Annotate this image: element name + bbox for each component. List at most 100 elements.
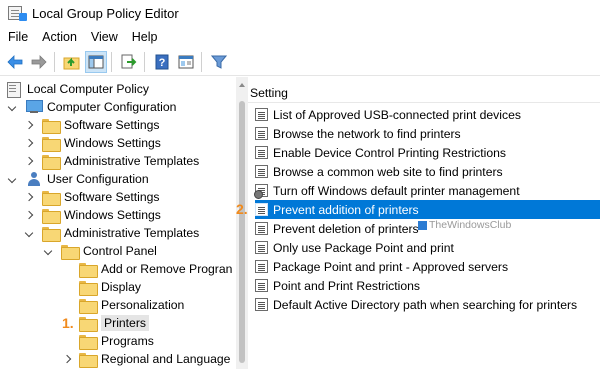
tree-item-user-configuration[interactable]: User Configuration <box>8 170 149 188</box>
user-icon <box>26 172 42 186</box>
tree-item-printers[interactable]: Printers <box>79 314 149 332</box>
tree-item-cc-administrative-templates[interactable]: Administrative Templates <box>25 152 199 170</box>
tree-item-add-remove-programs[interactable]: Add or Remove Progran <box>79 260 232 278</box>
tree-item-display[interactable]: Display <box>79 278 141 296</box>
scrollbar-thumb[interactable] <box>239 101 245 363</box>
setting-label: Browse a common web site to find printer… <box>273 164 503 179</box>
chevron-right-icon[interactable] <box>25 138 35 148</box>
computer-icon <box>26 100 43 114</box>
tree-item-label: Windows Settings <box>64 136 161 150</box>
policy-document-icon <box>6 82 22 98</box>
menu-view[interactable]: View <box>84 30 125 44</box>
filter-icon[interactable] <box>208 51 230 73</box>
policy-setting-icon <box>255 146 268 159</box>
help-icon[interactable]: ? <box>151 51 173 73</box>
forward-arrow-icon[interactable] <box>28 51 50 73</box>
tree-item-programs[interactable]: Programs <box>79 332 154 350</box>
chevron-down-icon[interactable] <box>8 174 18 184</box>
chevron-right-icon[interactable] <box>25 156 35 166</box>
folder-icon <box>42 226 61 242</box>
tree-vertical-scrollbar[interactable] <box>236 77 248 369</box>
setting-row[interactable]: Default Active Directory path when searc… <box>255 295 600 314</box>
properties-icon[interactable] <box>175 51 197 73</box>
tree-item-label: Add or Remove Progran <box>101 262 233 276</box>
step-marker-1: 1. <box>62 315 74 331</box>
chevron-right-icon[interactable] <box>25 192 35 202</box>
scroll-up-arrow-icon[interactable] <box>239 83 245 87</box>
setting-label: Turn off Windows default printer managem… <box>273 183 520 198</box>
tree-item-uc-windows-settings[interactable]: Windows Settings <box>25 206 161 224</box>
setting-row[interactable]: Turn off Windows default printer managem… <box>254 181 600 200</box>
setting-row[interactable]: Browse the network to find printers <box>255 124 600 143</box>
window-title: Local Group Policy Editor <box>32 5 179 21</box>
policy-setting-icon <box>255 241 268 254</box>
chevron-down-icon[interactable] <box>8 102 18 112</box>
toolbar: ? <box>0 48 600 76</box>
setting-label: Browse the network to find printers <box>273 126 461 141</box>
tree-item-local-computer-policy[interactable]: Local Computer Policy <box>6 80 149 98</box>
policy-setting-icon <box>255 127 268 140</box>
toolbar-separator <box>54 51 55 72</box>
tree-item-label: Printers <box>101 315 149 331</box>
setting-label: Package Point and print - Approved serve… <box>273 259 509 274</box>
watermark: TheWindowsClub <box>418 219 511 231</box>
tree-item-label: Administrative Templates <box>64 154 200 168</box>
folder-icon <box>79 352 98 368</box>
tree-item-uc-software-settings[interactable]: Software Settings <box>25 188 160 206</box>
folder-icon <box>79 298 98 314</box>
menu-action[interactable]: Action <box>35 30 84 44</box>
chevron-down-icon[interactable] <box>25 228 35 238</box>
tree-item-cc-software-settings[interactable]: Software Settings <box>25 116 160 134</box>
chevron-right-icon[interactable] <box>63 354 73 364</box>
tree-item-label: Programs <box>101 334 154 348</box>
setting-label: Prevent addition of printers <box>273 202 419 217</box>
step-marker-2: 2. <box>236 201 248 217</box>
group-policy-app-icon <box>8 6 27 21</box>
setting-label: Default Active Directory path when searc… <box>273 297 578 312</box>
folder-icon <box>42 208 61 224</box>
tree-item-label: Local Computer Policy <box>27 82 149 96</box>
watermark-text: TheWindowsClub <box>429 219 512 231</box>
up-folder-icon[interactable] <box>61 51 83 73</box>
setting-column-header[interactable]: Setting <box>250 86 288 100</box>
chevron-down-icon[interactable] <box>44 246 54 256</box>
tree-item-uc-administrative-templates[interactable]: Administrative Templates <box>25 224 199 242</box>
menu-file[interactable]: File <box>0 30 35 44</box>
tree-item-label: Computer Configuration <box>47 100 177 114</box>
folder-icon <box>61 244 80 260</box>
show-hide-tree-icon[interactable] <box>85 50 107 73</box>
toolbar-separator <box>201 51 202 72</box>
toolbar-separator <box>111 51 112 72</box>
watermark-logo-icon <box>418 220 427 230</box>
setting-row[interactable]: Point and Print Restrictions <box>255 276 600 295</box>
setting-row[interactable]: Enable Device Control Printing Restricti… <box>255 143 600 162</box>
tree-item-control-panel[interactable]: Control Panel <box>44 242 157 260</box>
header-divider <box>248 102 600 103</box>
setting-row[interactable]: Only use Package Point and print <box>255 238 600 257</box>
setting-row[interactable]: Browse a common web site to find printer… <box>255 162 600 181</box>
setting-label: Only use Package Point and print <box>273 240 454 255</box>
policy-setting-icon <box>255 165 268 178</box>
tree-item-regional-language[interactable]: Regional and Language <box>63 350 230 368</box>
setting-row[interactable]: Package Point and print - Approved serve… <box>255 257 600 276</box>
tree-item-cc-windows-settings[interactable]: Windows Settings <box>25 134 161 152</box>
setting-row[interactable]: List of Approved USB-connected print dev… <box>255 105 600 124</box>
tree-item-personalization[interactable]: Personalization <box>79 296 184 314</box>
tree-item-computer-configuration[interactable]: Computer Configuration <box>8 98 176 116</box>
chevron-right-icon[interactable] <box>25 120 35 130</box>
chevron-right-icon[interactable] <box>25 210 35 220</box>
policy-setting-icon <box>255 203 268 216</box>
policy-setting-gear-icon <box>254 184 268 199</box>
tree-item-label: Control Panel <box>83 244 157 258</box>
setting-label: List of Approved USB-connected print dev… <box>273 107 521 122</box>
export-list-icon[interactable] <box>118 51 140 73</box>
back-arrow-icon[interactable] <box>4 51 26 73</box>
folder-icon <box>42 154 61 170</box>
tree-item-label: User Configuration <box>47 172 149 186</box>
menu-help[interactable]: Help <box>125 30 165 44</box>
policy-setting-icon <box>255 108 268 121</box>
tree-item-label: Windows Settings <box>64 208 161 222</box>
tree-item-label: Software Settings <box>64 190 160 204</box>
setting-row-selected[interactable]: Prevent addition of printers <box>255 200 600 219</box>
policy-setting-icon <box>255 279 268 292</box>
